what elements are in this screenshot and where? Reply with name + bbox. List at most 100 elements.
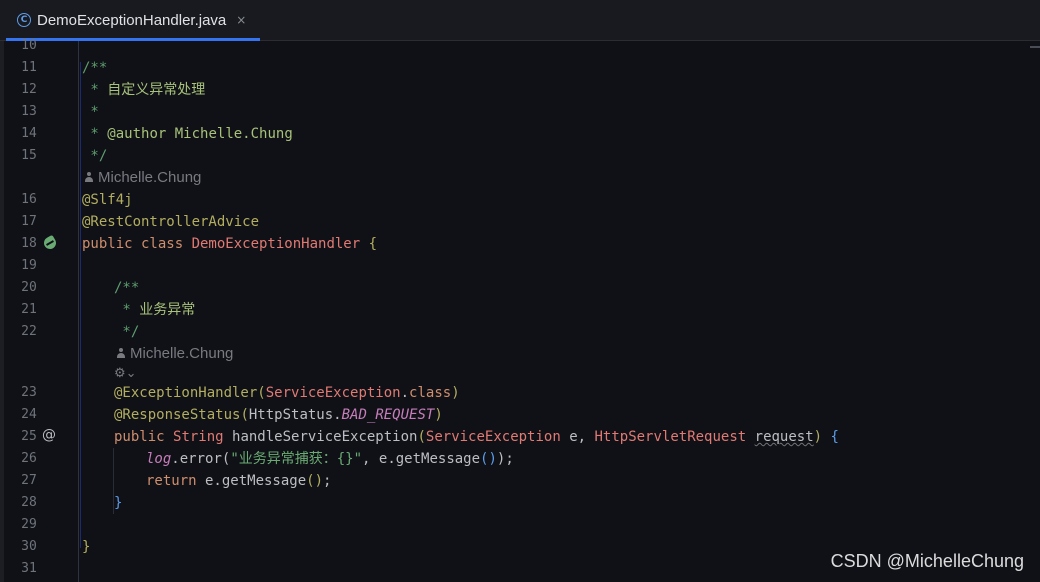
tool-window-strip <box>0 41 4 582</box>
code-line-24[interactable]: @ResponseStatus(HttpStatus.BAD_REQUEST) <box>114 404 443 426</box>
line-number: 28 <box>21 495 37 510</box>
author-name: Michelle.Chung <box>130 345 234 362</box>
annotation-usage-icon[interactable]: @ <box>42 427 56 443</box>
paren: ) <box>451 385 460 401</box>
person-icon <box>84 172 94 182</box>
dot: . <box>400 385 410 401</box>
line-number: 26 <box>21 451 37 466</box>
unused-param[interactable]: request <box>755 429 814 445</box>
line-number: 29 <box>21 517 37 532</box>
paren: ) <box>434 407 443 423</box>
paren: () <box>306 473 324 489</box>
string-literal: "业务异常捕获：{}" <box>230 451 363 467</box>
doc-comment-open: /** <box>114 280 140 296</box>
code-line-11[interactable]: /** <box>82 57 107 79</box>
line-number: 17 <box>21 214 37 229</box>
doc-text: 业务异常 <box>139 302 196 318</box>
line-number: 15 <box>21 148 37 163</box>
dot: . <box>333 407 342 423</box>
ai-actions-icon[interactable]: ⚙⌄ <box>114 362 137 384</box>
java-class-icon: C <box>17 13 31 27</box>
paren: () <box>480 451 497 467</box>
tab-demo-exception-handler[interactable]: C DemoExceptionHandler.java × <box>6 0 260 41</box>
code-line-30[interactable]: } <box>82 536 90 558</box>
author-name: Michelle.Chung <box>98 169 202 186</box>
doc-comment-close: */ <box>114 324 140 340</box>
class-name: DemoExceptionHandler <box>191 236 361 252</box>
code-line-15[interactable]: */ <box>82 145 107 167</box>
class-name: HttpStatus <box>248 407 334 423</box>
code-line-27[interactable]: return e.getMessage(); <box>146 470 331 492</box>
code-line-16[interactable]: @Slf4j <box>82 189 133 211</box>
code-line-25[interactable]: public String handleServiceException(Ser… <box>114 426 839 448</box>
code-line-18[interactable]: public class DemoExceptionHandler { <box>82 233 377 255</box>
active-tab-indicator <box>6 38 260 41</box>
line-number: 21 <box>21 302 37 317</box>
line-number: 14 <box>21 126 37 141</box>
param: e, <box>560 429 595 445</box>
code-line-23[interactable]: @ExceptionHandler(ServiceException.class… <box>114 382 460 404</box>
line-number: 12 <box>21 82 37 97</box>
line-number: 25 <box>21 429 37 444</box>
line-number: 23 <box>21 385 37 400</box>
line-number: 24 <box>21 407 37 422</box>
line-number: 19 <box>21 258 37 273</box>
watermark: CSDN @MichelleChung <box>830 551 1024 571</box>
doc-text: 自定义异常处理 <box>107 82 206 98</box>
tab-title: DemoExceptionHandler.java <box>37 11 227 29</box>
code-line-26[interactable]: log.error("业务异常捕获：{}", e.getMessage()); <box>146 448 514 470</box>
line-number: 13 <box>21 104 37 119</box>
gutter-separator <box>78 41 79 582</box>
spring-bean-icon[interactable] <box>41 234 59 252</box>
code-line-21[interactable]: * 业务异常 <box>114 299 195 321</box>
code-line-13[interactable]: * <box>82 101 99 123</box>
indent-guide <box>80 62 81 548</box>
code-line-14[interactable]: * @author Michelle.Chung <box>82 123 293 145</box>
keyword: class <box>409 385 452 401</box>
line-number: 22 <box>21 324 37 339</box>
class-name: ServiceException <box>425 429 561 445</box>
paren: ) <box>813 429 823 445</box>
line-number: 30 <box>21 539 37 554</box>
doc-comment-open: /** <box>82 60 108 76</box>
line-number: 27 <box>21 473 37 488</box>
paren: ( <box>257 385 266 401</box>
line-number: 10 <box>21 38 37 53</box>
class-name: HttpServletRequest <box>594 429 747 445</box>
brace: { <box>822 429 839 445</box>
line-number: 11 <box>21 60 37 75</box>
author-inlay-hint[interactable]: Michelle.Chung <box>84 167 201 189</box>
brace: { <box>360 236 378 252</box>
doc-author-name: Michelle.Chung <box>166 126 293 142</box>
log-field: log <box>146 451 172 467</box>
doc-star: * <box>114 302 140 318</box>
method-name: handleServiceException <box>223 429 418 445</box>
end: ); <box>496 451 514 467</box>
line-number: 18 <box>21 236 37 251</box>
doc-star: * <box>82 126 108 142</box>
method-call: e.getMessage <box>196 473 307 489</box>
code-line-17[interactable]: @RestControllerAdvice <box>82 211 259 233</box>
method-call: , e.getMessage <box>362 451 481 467</box>
brace: } <box>82 539 91 555</box>
code-line-20[interactable]: /** <box>114 277 139 299</box>
class-name: String <box>173 429 224 445</box>
keyword: public class <box>82 236 192 252</box>
doc-star: * <box>82 104 99 120</box>
line-number: 31 <box>21 561 37 576</box>
annotation: @ExceptionHandler <box>114 385 258 401</box>
annotation: @ResponseStatus <box>114 407 241 423</box>
close-icon[interactable]: × <box>236 13 246 27</box>
static-field: BAD_REQUEST <box>341 407 435 423</box>
code-line-28[interactable]: } <box>114 492 122 514</box>
method-call: .error( <box>171 451 231 467</box>
paren: ( <box>417 429 426 445</box>
doc-star: * <box>82 82 108 98</box>
editor-tab-bar: C DemoExceptionHandler.java × <box>0 0 1040 41</box>
class-name: ServiceException <box>265 385 401 401</box>
code-line-22[interactable]: */ <box>114 321 139 343</box>
keyword: return <box>146 473 197 489</box>
code-line-12[interactable]: * 自定义异常处理 <box>82 79 205 101</box>
brace: } <box>114 495 123 511</box>
